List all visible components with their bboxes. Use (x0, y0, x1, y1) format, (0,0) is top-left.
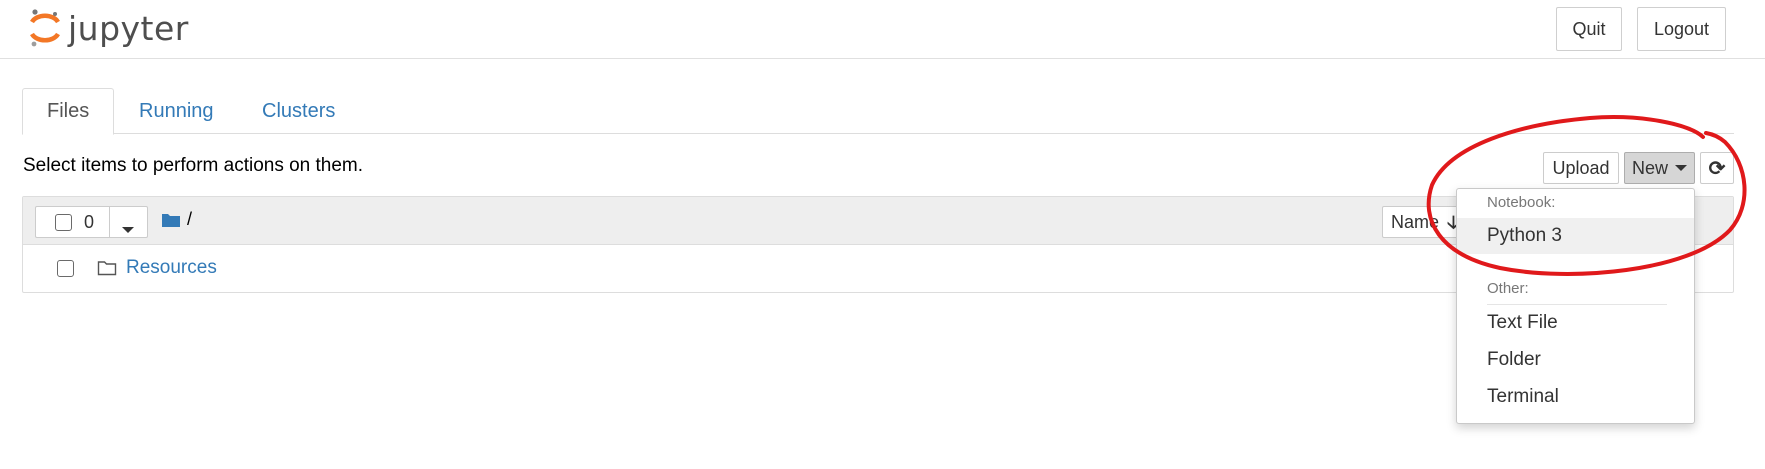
instructions-text: Select items to perform actions on them. (23, 155, 364, 176)
select-divider (109, 207, 110, 237)
jupyter-logo-icon (30, 9, 60, 47)
select-dropdown-button[interactable] (122, 220, 134, 238)
refresh-button[interactable]: ⟳ (1700, 152, 1734, 184)
quit-button[interactable]: Quit (1556, 7, 1622, 51)
tab-clusters[interactable]: Clusters (262, 88, 335, 135)
tab-running[interactable]: Running (139, 88, 214, 135)
tab-files[interactable]: Files (22, 88, 115, 135)
menu-item-terminal[interactable]: Terminal (1457, 379, 1694, 415)
caret-down-icon (1675, 165, 1687, 171)
menu-item-python3[interactable]: Python 3 (1457, 218, 1694, 254)
menu-header-notebook: Notebook: (1487, 194, 1556, 211)
folder-icon[interactable] (161, 212, 181, 228)
upload-button[interactable]: Upload (1543, 152, 1619, 184)
caret-down-icon (122, 227, 134, 233)
refresh-icon: ⟳ (1708, 157, 1726, 180)
jupyter-logo[interactable]: jupyter (28, 6, 189, 50)
select-all-checkbox[interactable] (55, 214, 72, 231)
tab-bar: Files Running Clusters (22, 88, 1734, 135)
file-link[interactable]: Resources (126, 257, 217, 279)
select-all-control: 0 (35, 206, 148, 238)
row-checkbox[interactable] (57, 260, 74, 277)
header: jupyter Quit Logout (0, 0, 1765, 59)
menu-header-other: Other: (1487, 280, 1529, 297)
new-dropdown-menu: Notebook: Python 3 Other: Text File Fold… (1456, 188, 1695, 424)
breadcrumb[interactable]: / (187, 209, 192, 230)
folder-outline-icon (97, 261, 117, 276)
menu-item-text-file[interactable]: Text File (1457, 305, 1694, 341)
logo-text: jupyter (68, 8, 189, 48)
selected-count: 0 (84, 212, 95, 232)
menu-item-folder[interactable]: Folder (1457, 342, 1694, 378)
logout-button[interactable]: Logout (1637, 7, 1726, 51)
sort-name-label: Name (1391, 212, 1440, 232)
new-button[interactable]: New (1624, 152, 1695, 184)
new-button-label: New (1631, 157, 1668, 178)
